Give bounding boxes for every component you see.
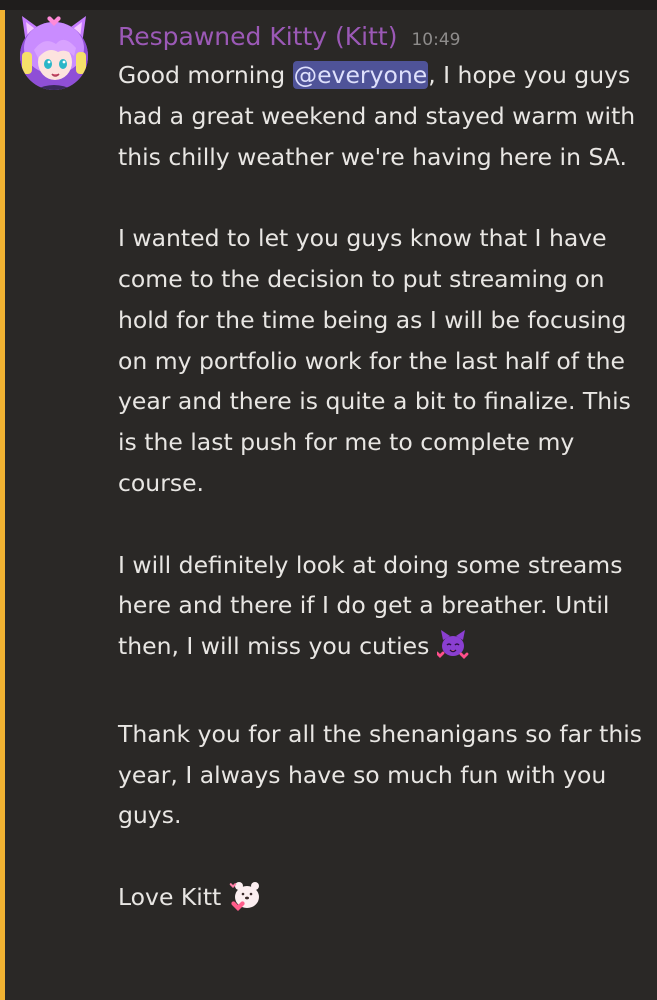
streams-text: I will definitely look at doing some str…: [118, 550, 623, 661]
timestamp[interactable]: 10:49: [411, 30, 460, 50]
paragraph-signoff: Love Kitt: [118, 877, 643, 924]
paragraph-announcement: I wanted to let you guys know that I hav…: [118, 224, 631, 497]
message-body: Good morning @everyone, I hope you guys …: [118, 55, 643, 924]
username[interactable]: Respawned Kitty (Kitt): [118, 20, 397, 54]
mention-highlight-bar: [0, 10, 5, 1000]
purple-cat-hearts-emoji-icon[interactable]: [435, 628, 469, 673]
mention-everyone[interactable]: @everyone: [292, 61, 429, 89]
message-header: Respawned Kitty (Kitt) 10:49: [118, 20, 460, 54]
paragraph-streams: I will definitely look at doing some str…: [118, 545, 643, 673]
avatar[interactable]: [14, 14, 94, 94]
paragraph-thanks: Thank you for all the shenanigans so far…: [118, 719, 643, 830]
bear-hug-heart-emoji-icon[interactable]: [229, 879, 263, 924]
paragraph-greeting: Good morning @everyone, I hope you guys …: [118, 55, 643, 177]
avatar-cat-girl-icon: [20, 16, 88, 90]
greeting-text: Good morning: [118, 61, 293, 89]
top-divider: [0, 0, 657, 10]
signoff-text: Love Kitt: [118, 882, 222, 911]
message-container: Respawned Kitty (Kitt) 10:49 Good mornin…: [0, 0, 657, 1000]
